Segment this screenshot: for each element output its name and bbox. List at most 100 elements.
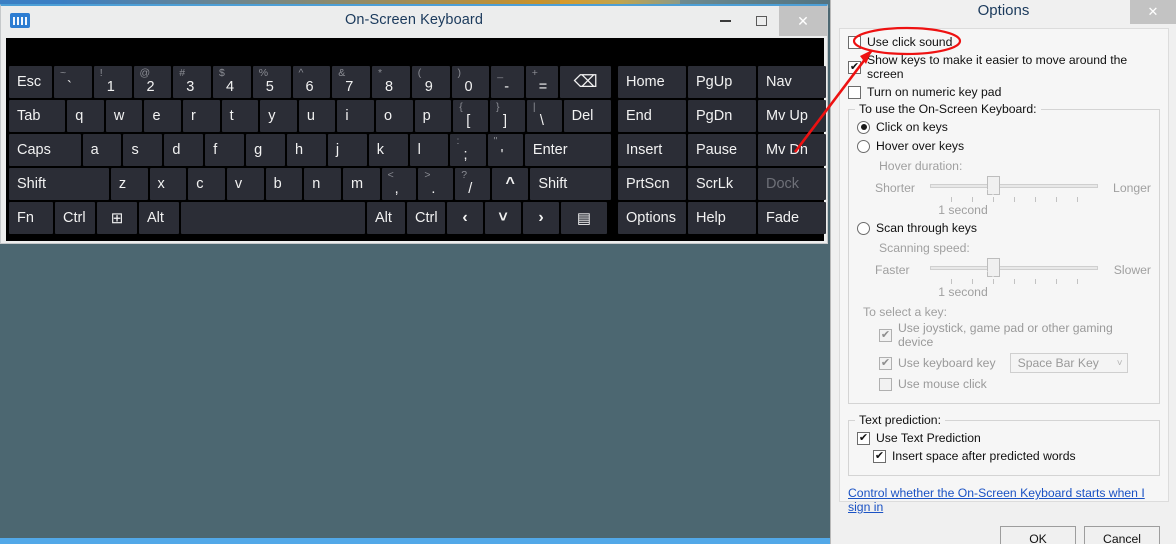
key-a[interactable]: a: [82, 134, 122, 166]
key-7[interactable]: & 7: [332, 66, 370, 98]
close-button[interactable]: ✕: [779, 6, 827, 36]
arrow-right-icon[interactable]: ›: [523, 202, 559, 234]
checkbox-use-text-prediction[interactable]: ✔ Use Text Prediction: [857, 431, 1151, 445]
options-titlebar[interactable]: Options ✕: [831, 0, 1176, 26]
key-[interactable]: _ -: [491, 66, 524, 98]
key-o[interactable]: o: [376, 100, 413, 132]
keyboard-key-dropdown[interactable]: Space Bar Key ˅: [1009, 353, 1128, 373]
backspace-icon[interactable]: ⌫: [560, 66, 611, 98]
hover-slider-thumb[interactable]: [986, 176, 1000, 195]
key-z[interactable]: z: [110, 168, 148, 200]
key-4[interactable]: $4: [213, 66, 251, 98]
navkey-help[interactable]: Help: [688, 202, 756, 234]
arrow-left-icon[interactable]: ‹: [447, 202, 483, 234]
radio-click-on-keys[interactable]: Click on keys: [857, 120, 1151, 134]
navkey-dock[interactable]: Dock: [758, 168, 826, 200]
key-x[interactable]: x: [149, 168, 187, 200]
key-[interactable]: }]: [490, 100, 525, 132]
maximize-button[interactable]: [743, 6, 779, 36]
key-i[interactable]: i: [337, 100, 375, 132]
scanning-speed-slider[interactable]: Faster Slower: [875, 257, 1151, 284]
key-l[interactable]: l: [409, 134, 449, 166]
key-u[interactable]: u: [298, 100, 336, 132]
key-[interactable]: ~ `: [54, 66, 92, 98]
key-alt[interactable]: Alt: [367, 202, 405, 234]
key-k[interactable]: k: [368, 134, 408, 166]
key-j[interactable]: j: [327, 134, 367, 166]
key-5[interactable]: % 5: [252, 66, 291, 98]
windows-icon[interactable]: ⊞: [97, 202, 137, 234]
navkey-prtscn[interactable]: PrtScn: [618, 168, 686, 200]
navkey-home[interactable]: Home: [618, 66, 686, 98]
key-8[interactable]: * 8: [372, 66, 410, 98]
navkey-end[interactable]: End: [618, 100, 686, 132]
key-[interactable]: :;: [450, 134, 486, 166]
key-[interactable]: | \: [526, 100, 562, 132]
key-shift[interactable]: Shift: [9, 168, 109, 200]
key-3[interactable]: #3: [173, 66, 211, 98]
ok-button[interactable]: OK: [1000, 526, 1076, 544]
key-m[interactable]: m: [342, 168, 380, 200]
key-[interactable]: " ': [487, 134, 523, 166]
key-t[interactable]: t: [221, 100, 259, 132]
arrow-down-icon[interactable]: ˅: [485, 202, 521, 234]
key-[interactable]: ? /: [455, 168, 490, 200]
key-q[interactable]: q: [67, 100, 104, 132]
key-d[interactable]: d: [164, 134, 204, 166]
key-shift[interactable]: Shift: [530, 168, 611, 200]
navkey-pause[interactable]: Pause: [688, 134, 756, 166]
key-w[interactable]: w: [105, 100, 143, 132]
arrow-up-icon[interactable]: ^: [491, 168, 529, 200]
navkey-mvdn[interactable]: Mv Dn: [758, 134, 826, 166]
hover-duration-slider[interactable]: Shorter Longer: [875, 175, 1151, 202]
key-h[interactable]: h: [286, 134, 326, 166]
key-[interactable]: + =: [525, 66, 559, 98]
scan-slider-thumb[interactable]: [986, 258, 1000, 277]
key-n[interactable]: n: [304, 168, 341, 200]
key-ctrl[interactable]: Ctrl: [55, 202, 95, 234]
navkey-options[interactable]: Options: [618, 202, 686, 234]
key-v[interactable]: v: [226, 168, 264, 200]
checkbox-use-click-sound[interactable]: Use click sound: [848, 35, 1160, 49]
checkbox-use-keyboard-key[interactable]: ✔ Use keyboard key Space Bar Key ˅: [879, 353, 1151, 373]
key-s[interactable]: s: [123, 134, 163, 166]
key-r[interactable]: r: [183, 100, 220, 132]
navkey-nav[interactable]: Nav: [758, 66, 826, 98]
radio-scan-through-keys[interactable]: Scan through keys: [857, 221, 1151, 235]
navkey-fade[interactable]: Fade: [758, 202, 826, 234]
key-del[interactable]: Del: [563, 100, 611, 132]
minimize-button[interactable]: [707, 6, 743, 36]
key-1[interactable]: ! 1: [93, 66, 132, 98]
key-enter[interactable]: Enter: [524, 134, 611, 166]
key-alt[interactable]: Alt: [139, 202, 179, 234]
key-caps[interactable]: Caps: [9, 134, 81, 166]
options-close-button[interactable]: ✕: [1130, 0, 1176, 24]
key-fn[interactable]: Fn: [9, 202, 53, 234]
keyboard-titlebar[interactable]: On-Screen Keyboard ✕: [1, 6, 827, 36]
navkey-pgdn[interactable]: PgDn: [688, 100, 756, 132]
key-e[interactable]: e: [144, 100, 182, 132]
key-esc[interactable]: Esc: [9, 66, 52, 98]
key-b[interactable]: b: [265, 168, 303, 200]
checkbox-turn-on-numeric[interactable]: Turn on numeric key pad: [848, 85, 1160, 99]
key-9[interactable]: (9: [411, 66, 450, 98]
scan-slider-track[interactable]: [930, 266, 1099, 270]
key-0[interactable]: ) 0: [451, 66, 490, 98]
navkey-insert[interactable]: Insert: [618, 134, 686, 166]
cancel-button[interactable]: Cancel: [1084, 526, 1160, 544]
key-[interactable]: {[: [453, 100, 489, 132]
key-ctrl[interactable]: Ctrl: [407, 202, 445, 234]
space-bar[interactable]: [181, 202, 365, 234]
key-p[interactable]: p: [414, 100, 452, 132]
key-[interactable]: <,: [381, 168, 417, 200]
key-c[interactable]: c: [188, 168, 225, 200]
menu-key-icon[interactable]: ▤: [561, 202, 607, 234]
navkey-mvup[interactable]: Mv Up: [758, 100, 826, 132]
navkey-scrlk[interactable]: ScrLk: [688, 168, 756, 200]
checkbox-use-joystick-game[interactable]: ✔ Use joystick, game pad or other gaming …: [879, 321, 1151, 349]
key-[interactable]: >.: [418, 168, 454, 200]
checkbox-insert-space-after[interactable]: ✔ Insert space after predicted words: [873, 449, 1151, 463]
radio-hover-over-keys[interactable]: Hover over keys: [857, 139, 1151, 153]
key-6[interactable]: ^ 6: [292, 66, 331, 98]
key-g[interactable]: g: [246, 134, 285, 166]
